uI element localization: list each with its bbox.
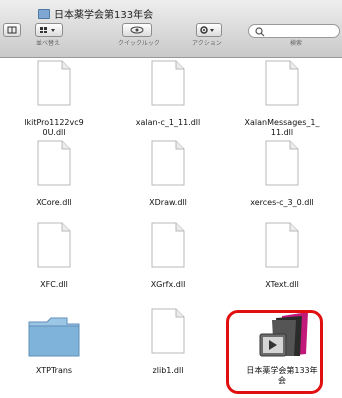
file-name: XTPTrans — [35, 366, 73, 375]
arrange-label: 並べ替え — [36, 40, 61, 47]
folder-item[interactable]: XTPTrans — [0, 308, 108, 390]
search-label: 検索 — [290, 40, 303, 47]
quicklook-button[interactable] — [122, 23, 152, 37]
folder-icon — [38, 8, 50, 19]
search-icon — [255, 27, 265, 37]
highlight-box — [226, 310, 323, 394]
file-item[interactable]: xerces-c_3_0.dll — [228, 140, 336, 222]
file-item[interactable]: lkitPro1122vc9 0U.dll — [0, 60, 108, 142]
file-item[interactable]: XDraw.dll — [114, 140, 222, 222]
document-icon — [36, 222, 72, 272]
file-item[interactable]: XFC.dll — [0, 222, 108, 304]
document-icon — [150, 308, 186, 358]
search-field[interactable] — [248, 24, 340, 38]
file-item[interactable]: xalan-c_1_11.dll — [114, 60, 222, 142]
action-label: アクション — [192, 40, 222, 47]
window-title: 日本薬学会第133年会 — [38, 6, 153, 21]
document-icon — [150, 60, 186, 110]
file-item[interactable]: XText.dll — [228, 222, 336, 304]
eye-icon — [130, 26, 144, 34]
document-icon — [264, 60, 300, 110]
file-item[interactable]: XCore.dll — [0, 140, 108, 222]
finder-toolbar: 日本薬学会第133年会 並べ替え クイックルック アクション 検索 — [0, 0, 342, 58]
action-button[interactable] — [196, 23, 222, 37]
file-name: XCore.dll — [36, 198, 72, 207]
grid-view-icon — [7, 26, 17, 34]
file-name: XFC.dll — [40, 280, 68, 289]
file-item[interactable]: XalanMessages_1_ 11.dll — [228, 60, 336, 142]
file-item[interactable]: XGrfx.dll — [114, 222, 222, 304]
file-item[interactable]: zlib1.dll — [114, 308, 222, 390]
file-name: xerces-c_3_0.dll — [250, 198, 314, 207]
file-name: xalan-c_1_11.dll — [135, 118, 201, 127]
file-name: zlib1.dll — [152, 366, 184, 375]
arrange-button[interactable] — [35, 23, 63, 37]
document-icon — [264, 222, 300, 272]
file-name: lkitPro1122vc9 0U.dll — [24, 118, 84, 137]
icon-view-button[interactable] — [3, 23, 21, 37]
file-name: XDraw.dll — [149, 198, 187, 207]
quicklook-label: クイックルック — [118, 40, 160, 47]
document-icon — [150, 222, 186, 272]
arrange-icon — [40, 27, 55, 33]
file-name: XText.dll — [265, 280, 299, 289]
document-icon — [36, 60, 72, 110]
file-name: XalanMessages_1_ 11.dll — [244, 118, 320, 137]
document-icon — [150, 140, 186, 190]
document-icon — [36, 140, 72, 190]
window-title-text: 日本薬学会第133年会 — [54, 10, 154, 21]
gear-icon — [200, 26, 214, 34]
folder-icon — [27, 314, 81, 362]
file-name: XGrfx.dll — [150, 280, 186, 289]
document-icon — [264, 140, 300, 190]
